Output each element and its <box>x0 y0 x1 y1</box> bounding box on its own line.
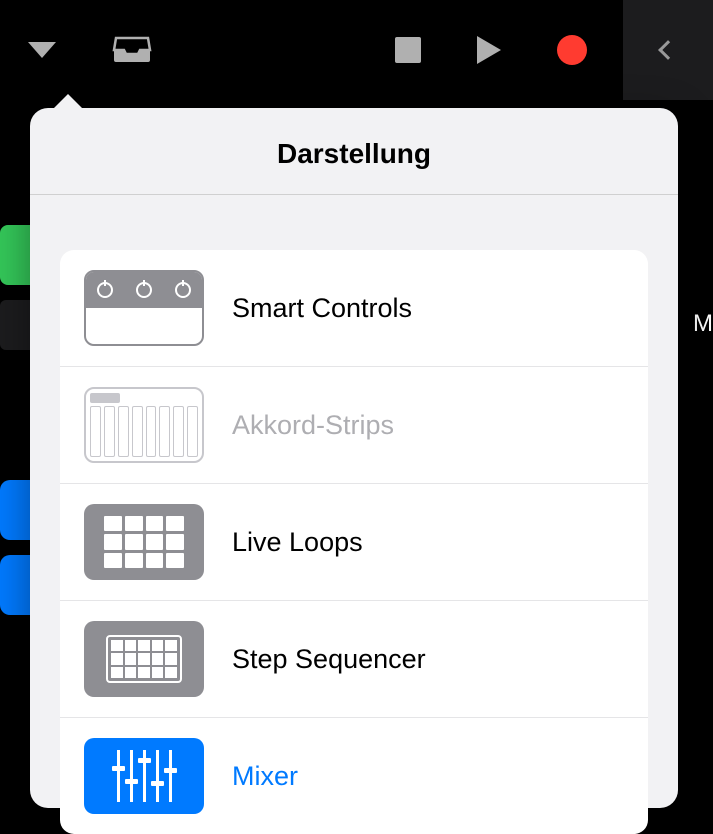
menu-item-step-sequencer[interactable]: Step Sequencer <box>60 601 648 718</box>
chevron-left-icon <box>658 40 678 60</box>
live-loops-icon <box>84 504 204 580</box>
menu-item-live-loops[interactable]: Live Loops <box>60 484 648 601</box>
menu-item-label: Step Sequencer <box>232 644 426 675</box>
view-menu-list: Smart Controls Akkord-Strips <box>60 250 648 834</box>
play-icon <box>477 36 501 64</box>
play-button[interactable] <box>469 28 509 72</box>
popover-arrow-icon <box>52 94 84 110</box>
menu-item-smart-controls[interactable]: Smart Controls <box>60 250 648 367</box>
inbox-button[interactable] <box>104 27 160 73</box>
akkord-strips-icon <box>84 387 204 463</box>
menu-item-label: Mixer <box>232 761 298 792</box>
triangle-down-icon <box>28 42 56 58</box>
view-dropdown-button[interactable] <box>20 34 64 66</box>
menu-item-mixer[interactable]: Mixer <box>60 718 648 834</box>
stop-button[interactable] <box>387 29 429 71</box>
step-sequencer-icon <box>84 621 204 697</box>
menu-item-label: Smart Controls <box>232 293 412 324</box>
stop-icon <box>395 37 421 63</box>
menu-item-akkord-strips[interactable]: Akkord-Strips <box>60 367 648 484</box>
mixer-icon <box>84 738 204 814</box>
toolbar <box>0 0 713 100</box>
popover-title: Darstellung <box>30 108 678 195</box>
inbox-icon <box>112 35 152 65</box>
record-icon <box>557 35 587 65</box>
back-button[interactable] <box>623 0 713 100</box>
menu-item-label: Live Loops <box>232 527 363 558</box>
menu-item-label: Akkord-Strips <box>232 410 394 441</box>
side-label: M <box>693 310 713 338</box>
smart-controls-icon <box>84 270 204 346</box>
view-popover: Darstellung Smart Controls Akko <box>30 108 678 808</box>
record-button[interactable] <box>549 27 595 73</box>
